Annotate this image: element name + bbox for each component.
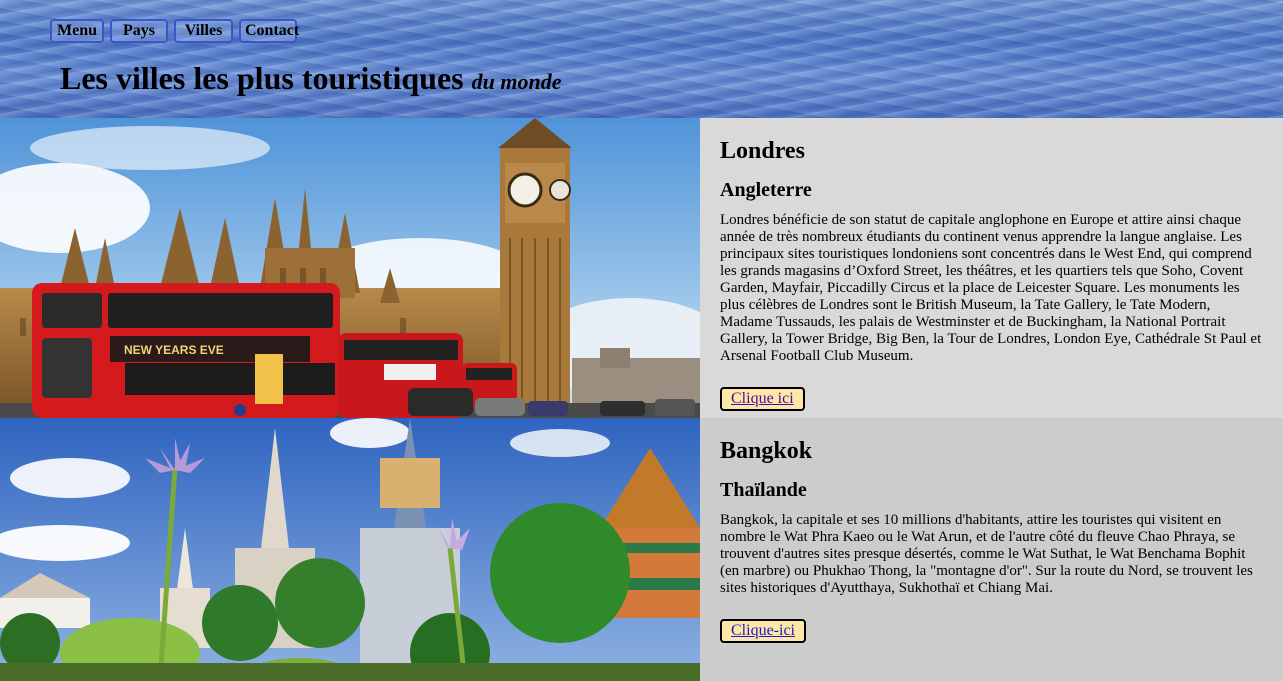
city-name-bangkok: Bangkok (720, 438, 813, 464)
page-title: Les villes les plus touristiques du mond… (60, 60, 561, 97)
page-title-main: Les villes les plus touristiques (60, 60, 464, 96)
page-subtitle: du monde (471, 69, 562, 94)
water-background (0, 0, 1283, 118)
main-nav: Menu Pays Villes Contact (50, 19, 299, 43)
city-row-bangkok: Bangkok Thaïlande Bangkok, la capitale e… (0, 418, 1283, 681)
city-text-bangkok: Bangkok Thaïlande Bangkok, la capitale e… (700, 418, 1283, 681)
city-description-bangkok: Bangkok, la capitale et ses 10 millions … (720, 512, 1253, 596)
nav-pays[interactable]: Pays (110, 19, 168, 43)
clique-ici-button-bangkok[interactable]: Clique-ici (720, 619, 806, 643)
city-row-londres: NEW YEARS EVE Londres Angleterre Londres… (0, 118, 1283, 418)
city-country-londres: Angleterre (720, 179, 812, 201)
city-description-londres: Londres bénéficie de son statut de capit… (720, 212, 1262, 364)
nav-contact[interactable]: Contact (239, 19, 299, 43)
city-name-londres: Londres (720, 138, 805, 164)
page-header: Menu Pays Villes Contact Les villes les … (0, 0, 1283, 118)
nav-villes[interactable]: Villes (174, 19, 233, 43)
bangkok-photo (0, 418, 700, 681)
city-country-bangkok: Thaïlande (720, 479, 807, 501)
city-text-londres: Londres Angleterre Londres bénéficie de … (700, 118, 1283, 418)
bus-banner-text: NEW YEARS EVE (124, 343, 224, 357)
clique-ici-button-londres[interactable]: Clique ici (720, 387, 805, 411)
london-photo: NEW YEARS EVE (0, 118, 700, 418)
nav-menu[interactable]: Menu (50, 19, 104, 43)
